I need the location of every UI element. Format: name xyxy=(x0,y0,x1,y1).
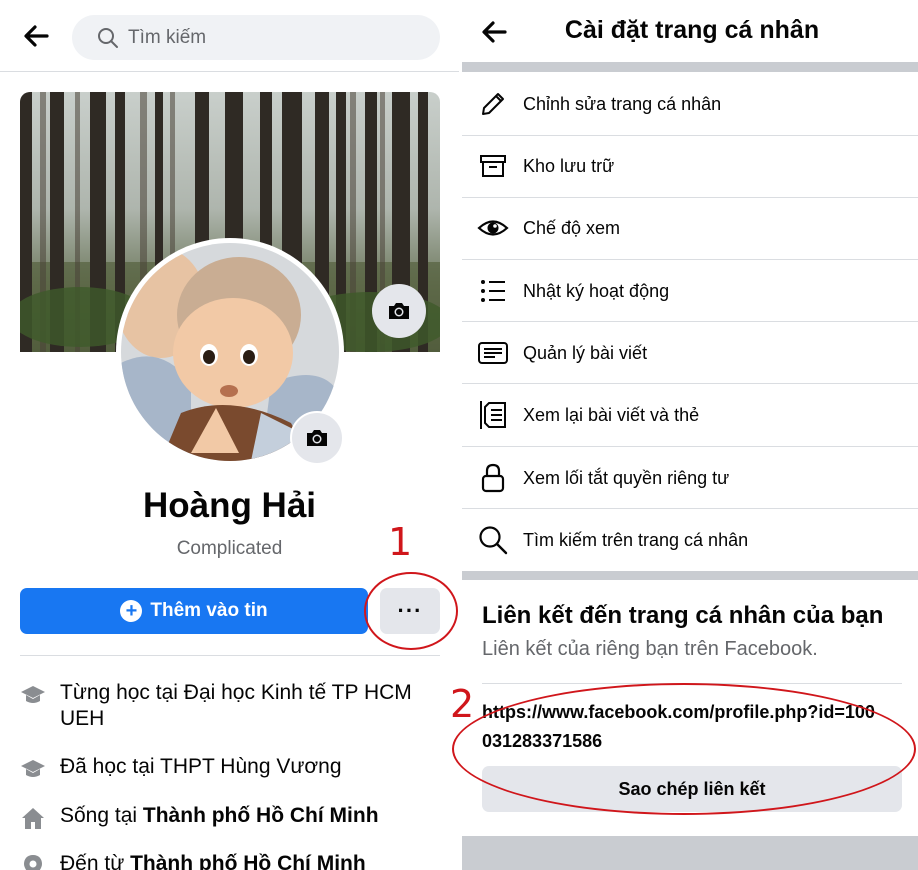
review-tags-icon xyxy=(480,401,506,429)
info-item-lives-in: Sống tại Thành phố Hồ Chí Minh xyxy=(20,803,440,831)
profile-panel: Tìm kiếm Hoàng Hải Complicated 1 + Thêm … xyxy=(0,0,459,870)
section-title: Liên kết đến trang cá nhân của bạn xyxy=(482,602,884,629)
archive-box-icon xyxy=(480,155,506,177)
section-subtitle: Liên kết của riêng bạn trên Facebook. xyxy=(482,638,818,660)
eye-icon xyxy=(477,220,509,236)
search-icon xyxy=(479,526,508,555)
annotation-number-2: 2 xyxy=(450,682,475,726)
menu-item-privacy-shortcuts[interactable]: Xem lối tắt quyền riêng tư xyxy=(462,447,918,509)
divider xyxy=(20,655,440,656)
annotation-number-1: 1 xyxy=(388,520,413,564)
menu-item-archive[interactable]: Kho lưu trữ xyxy=(462,135,918,197)
add-to-story-button[interactable]: + Thêm vào tin xyxy=(20,588,368,634)
list-icon xyxy=(481,280,505,302)
search-placeholder: Tìm kiếm xyxy=(128,26,207,48)
graduation-cap-icon xyxy=(21,760,45,777)
pencil-icon xyxy=(482,93,504,115)
info-item-education-1: Từng học tại Đại học Kinh tế TP HCM UEH xyxy=(20,680,440,732)
top-bar: Tìm kiếm xyxy=(0,0,459,72)
info-text: Sống tại xyxy=(60,804,143,827)
info-item-education-2: Đã học tại THPT Hùng Vương xyxy=(20,754,440,782)
graduation-cap-icon xyxy=(21,686,45,703)
camera-icon xyxy=(307,430,327,446)
post-icon xyxy=(478,342,508,364)
info-place[interactable]: Thành phố Hồ Chí Minh xyxy=(143,804,379,827)
add-to-story-label: Thêm vào tin xyxy=(150,600,268,621)
menu-item-activity-log[interactable]: Nhật ký hoạt động xyxy=(462,260,918,322)
page-title: Cài đặt trang cá nhân xyxy=(564,16,820,44)
annotation-circle-2 xyxy=(452,683,916,815)
lock-icon xyxy=(481,463,505,493)
menu-item-edit-profile[interactable]: Chỉnh sửa trang cá nhân xyxy=(462,73,918,135)
avatar-camera-button[interactable] xyxy=(290,411,344,465)
menu-label: Chỉnh sửa trang cá nhân xyxy=(523,93,722,114)
info-text: Đã học tại THPT Hùng Vương xyxy=(60,755,342,778)
search-icon xyxy=(98,27,118,48)
plus-circle-icon: + xyxy=(120,600,143,622)
section-divider xyxy=(462,836,918,870)
settings-top-bar: Cài đặt trang cá nhân xyxy=(462,0,918,62)
camera-icon xyxy=(389,303,409,319)
menu-label: Nhật ký hoạt động xyxy=(523,280,670,301)
info-item-from: Đến từ Thành phố Hồ Chí Minh xyxy=(20,851,440,870)
menu-label: Quản lý bài viết xyxy=(523,342,648,363)
location-pin-icon xyxy=(24,855,42,870)
back-arrow-icon xyxy=(24,25,49,47)
info-place[interactable]: Thành phố Hồ Chí Minh xyxy=(130,852,366,870)
menu-item-manage-posts[interactable]: Quản lý bài viết xyxy=(462,322,918,384)
section-divider xyxy=(462,62,918,72)
home-icon xyxy=(22,808,44,829)
menu-label: Xem lại bài viết và thẻ xyxy=(523,404,700,425)
menu-label: Chế độ xem xyxy=(523,217,621,238)
menu-item-review-posts-tags[interactable]: Xem lại bài viết và thẻ xyxy=(462,384,918,446)
annotation-circle-1 xyxy=(364,572,458,650)
menu-item-search-profile[interactable]: Tìm kiếm trên trang cá nhân xyxy=(462,509,918,571)
info-text: Đến từ xyxy=(60,852,131,870)
cover-camera-button[interactable] xyxy=(372,284,426,338)
search-input[interactable]: Tìm kiếm xyxy=(72,15,440,60)
back-button[interactable] xyxy=(20,20,52,52)
menu-item-view-as[interactable]: Chế độ xem xyxy=(462,197,918,259)
menu-label: Kho lưu trữ xyxy=(523,155,615,176)
menu-label: Tìm kiếm trên trang cá nhân xyxy=(523,529,749,550)
menu-label: Xem lối tắt quyền riêng tư xyxy=(523,467,730,488)
info-text: Từng học tại Đại học Kinh tế TP HCM UEH xyxy=(60,681,412,730)
